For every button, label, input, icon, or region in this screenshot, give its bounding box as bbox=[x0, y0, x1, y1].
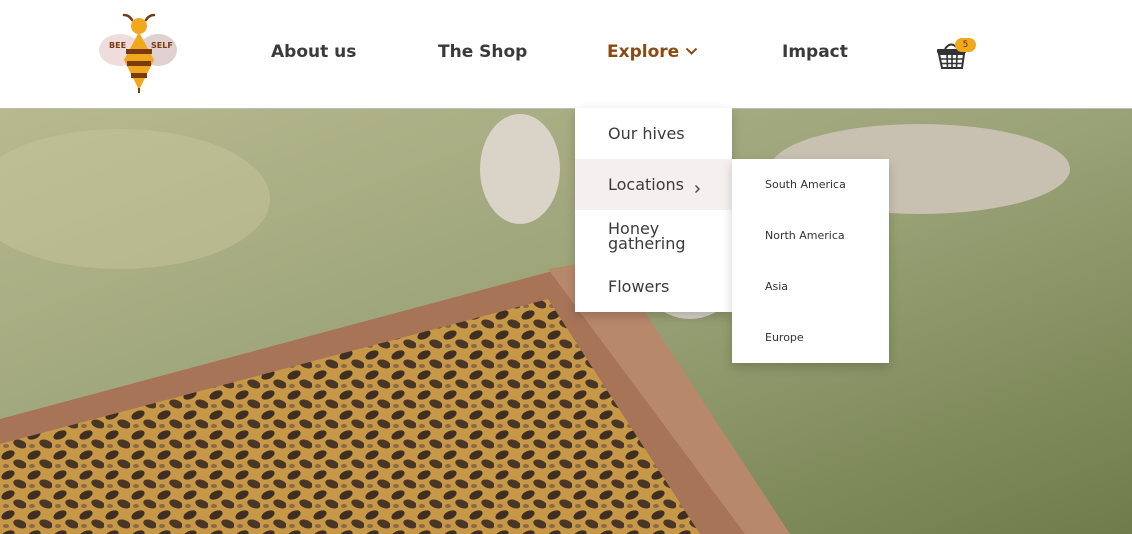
logo-self-text: SELF bbox=[151, 41, 173, 50]
bee-logo-icon[interactable]: BEE SELF bbox=[98, 12, 182, 96]
menu-item-locations[interactable]: Locations bbox=[575, 159, 732, 210]
nav-the-shop[interactable]: The Shop bbox=[438, 42, 527, 62]
menu-item-our-hives[interactable]: Our hives bbox=[575, 108, 732, 159]
menu-item-locations-label: Locations bbox=[608, 175, 685, 194]
logo-bee-text: BEE bbox=[109, 41, 127, 50]
locations-submenu: South America North America Asia Europe bbox=[732, 159, 889, 363]
submenu-item-south-america[interactable]: South America bbox=[732, 159, 889, 210]
submenu-item-north-america[interactable]: North America bbox=[732, 210, 889, 261]
nav-explore[interactable]: Explore bbox=[607, 42, 698, 62]
submenu-item-asia[interactable]: Asia bbox=[732, 261, 889, 312]
submenu-item-label: North America bbox=[765, 229, 845, 242]
menu-item-flowers[interactable]: Flowers bbox=[575, 261, 732, 312]
cart-count-badge: 5 bbox=[955, 38, 976, 52]
submenu-item-europe[interactable]: Europe bbox=[732, 312, 889, 363]
nav-impact[interactable]: Impact bbox=[782, 42, 848, 62]
submenu-item-label: Asia bbox=[765, 280, 789, 293]
submenu-item-label: Europe bbox=[765, 331, 804, 344]
menu-item-our-hives-label: Our hives bbox=[608, 124, 685, 143]
submenu-item-label: South America bbox=[765, 178, 846, 191]
nav-explore-label: Explore bbox=[607, 42, 680, 62]
chevron-down-icon bbox=[685, 41, 698, 61]
menu-item-gathering-label: gathering bbox=[608, 234, 686, 253]
menu-item-honey-gathering[interactable]: Honey gathering bbox=[575, 210, 732, 261]
menu-item-flowers-label: Flowers bbox=[608, 277, 670, 296]
hero-image bbox=[0, 109, 1132, 534]
explore-dropdown-menu: Our hives Locations Honey gathering Flow… bbox=[575, 108, 732, 312]
site-header: BEE SELF About us The Shop Explore Impac… bbox=[0, 0, 1132, 109]
chevron-right-icon bbox=[694, 179, 701, 198]
nav-about-us[interactable]: About us bbox=[271, 42, 356, 62]
